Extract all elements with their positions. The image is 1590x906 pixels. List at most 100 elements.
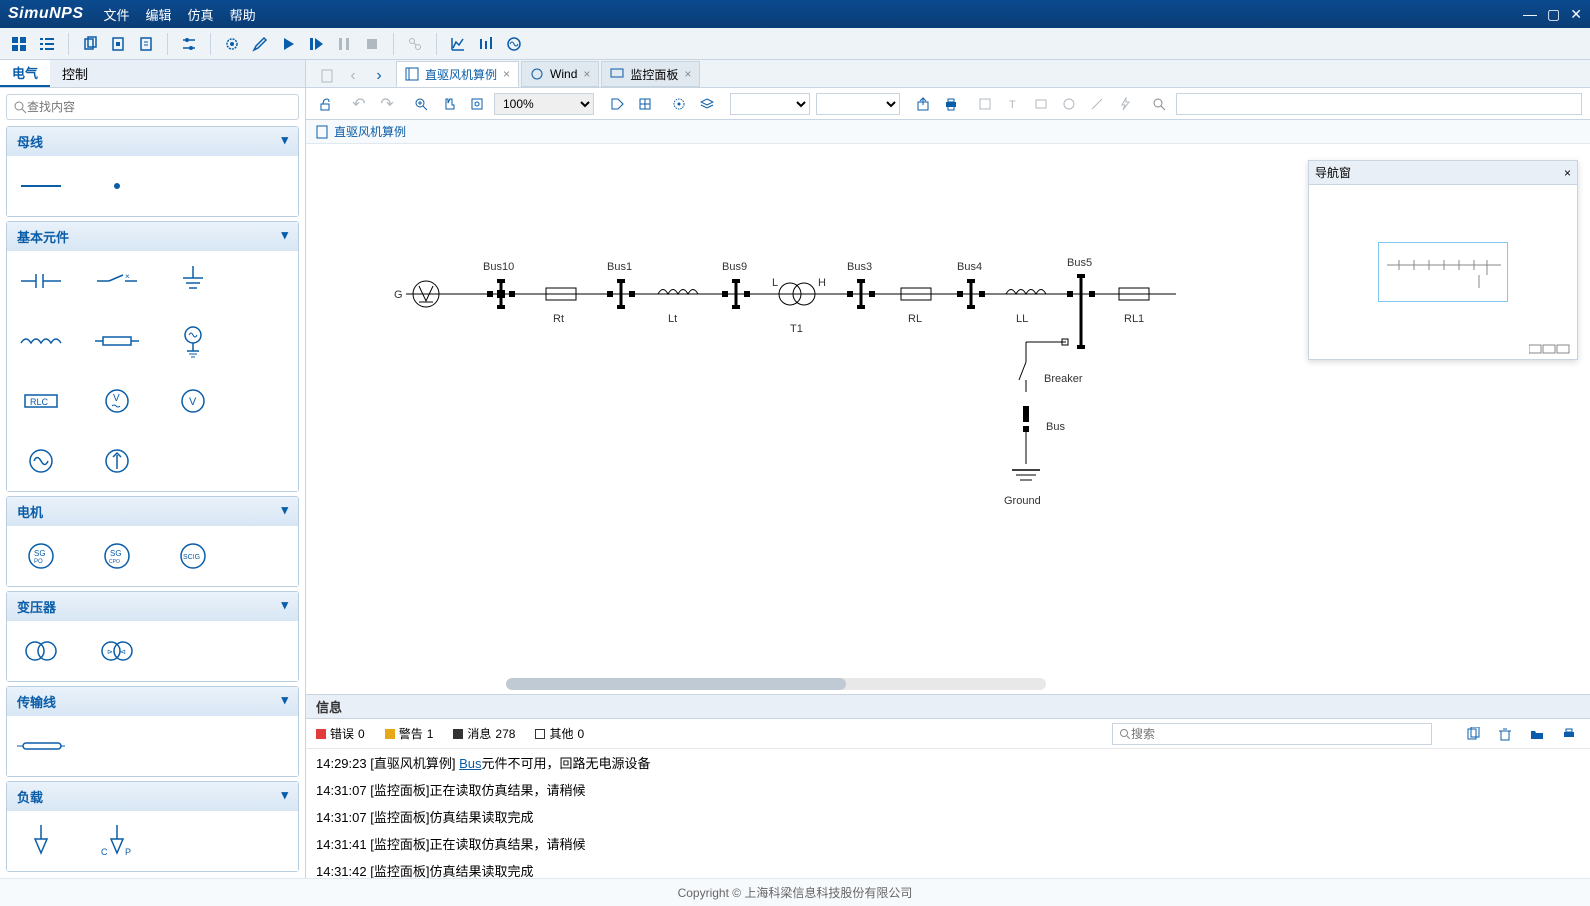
component-current-source[interactable] (93, 441, 141, 481)
menu-edit[interactable]: 编辑 (146, 5, 172, 24)
menu-file[interactable]: 文件 (104, 5, 130, 24)
component-tline[interactable] (17, 726, 65, 766)
component-switch[interactable]: × (93, 261, 141, 301)
chart-icon[interactable] (447, 33, 469, 55)
tab-case[interactable]: 直驱风机算例 × (396, 61, 519, 87)
forward-icon[interactable]: › (368, 65, 390, 87)
filter-msg[interactable]: 消息 278 (453, 725, 515, 742)
rect-icon (1030, 93, 1052, 115)
scope-icon[interactable] (503, 33, 525, 55)
paste-icon[interactable] (107, 33, 129, 55)
zoom-in-icon[interactable] (410, 93, 432, 115)
section-motor[interactable]: 电机▾ (7, 497, 298, 526)
section-transformer[interactable]: 变压器▾ (7, 592, 298, 621)
gear-icon[interactable] (221, 33, 243, 55)
print-icon[interactable] (940, 93, 962, 115)
search-input[interactable] (27, 100, 292, 114)
tab-wind[interactable]: Wind × (521, 61, 599, 87)
equalizer-icon[interactable] (475, 33, 497, 55)
copy-log-icon[interactable] (1462, 723, 1484, 745)
tab-control[interactable]: 控制 (50, 60, 100, 87)
align-icon[interactable] (634, 93, 656, 115)
lock-icon[interactable] (314, 93, 336, 115)
info-search-input[interactable] (1131, 727, 1425, 741)
canvas-hscroll[interactable] (506, 678, 1046, 690)
zoom-select[interactable]: 100% (494, 93, 594, 115)
nav-preview[interactable] (1309, 185, 1577, 359)
schematic-canvas[interactable]: G Bus10 Rt Bus1 Lt Bus9 LHT1 Bu (306, 144, 1590, 694)
canvas-search-icon[interactable] (1148, 93, 1170, 115)
component-voltmeter-ac[interactable]: V (93, 381, 141, 421)
component-search[interactable] (6, 94, 299, 120)
list-icon[interactable] (36, 33, 58, 55)
component-load-1[interactable] (17, 821, 65, 861)
component-capacitor[interactable] (17, 261, 65, 301)
open-log-icon[interactable] (1526, 723, 1548, 745)
component-load-cvp[interactable]: CP (93, 821, 141, 861)
tab-electrical[interactable]: 电气 (0, 60, 50, 87)
editor-area: ‹ › 直驱风机算例 × Wind × 监控面板 × ↶ (306, 60, 1590, 878)
step-icon[interactable] (305, 33, 327, 55)
combo-2[interactable] (816, 93, 900, 115)
export-icon[interactable] (912, 93, 934, 115)
copy-icon[interactable] (79, 33, 101, 55)
section-transmission[interactable]: 传输线▾ (7, 687, 298, 716)
fit-icon[interactable] (466, 93, 488, 115)
filter-warn[interactable]: 警告 1 (385, 725, 434, 742)
info-title: 信息 (306, 695, 1590, 719)
maximize-button[interactable]: ▢ (1547, 6, 1560, 23)
minimize-button[interactable]: — (1523, 6, 1537, 23)
window-controls: — ▢ ✕ (1523, 6, 1582, 23)
tag-icon[interactable] (606, 93, 628, 115)
layers-icon[interactable] (696, 93, 718, 115)
pan-icon[interactable] (438, 93, 460, 115)
close-tab-icon[interactable]: × (583, 67, 590, 81)
config-icon[interactable] (668, 93, 690, 115)
component-sg-cpo[interactable]: SGCPO (93, 536, 141, 576)
component-transformer-2[interactable]: ⊳⊲ (93, 631, 141, 671)
menu-sim[interactable]: 仿真 (188, 5, 214, 24)
component-voltmeter[interactable]: V (169, 381, 217, 421)
svg-text:RL1: RL1 (1124, 313, 1144, 325)
component-source-1[interactable] (169, 321, 217, 361)
image-icon (974, 93, 996, 115)
component-bus-node[interactable] (93, 166, 141, 206)
layout-grid-icon[interactable] (8, 33, 30, 55)
canvas-search-input[interactable] (1176, 93, 1582, 115)
edit-icon[interactable] (249, 33, 271, 55)
component-ground[interactable] (169, 261, 217, 301)
info-search[interactable] (1112, 723, 1432, 745)
breadcrumb-label[interactable]: 直驱风机算例 (334, 123, 406, 140)
component-bus-line[interactable] (17, 166, 65, 206)
settings-sliders-icon[interactable] (178, 33, 200, 55)
component-rlc[interactable]: RLC (17, 381, 65, 421)
menu-help[interactable]: 帮助 (230, 5, 256, 24)
filter-other[interactable]: 其他 0 (535, 725, 584, 742)
section-bus[interactable]: 母线▾ (7, 127, 298, 156)
component-scig[interactable]: SCIG (169, 536, 217, 576)
log-row: 14:31:07 [监控面板]仿真结果读取完成 (306, 803, 1590, 830)
log-link[interactable]: Bus (459, 756, 481, 771)
close-tab-icon[interactable]: × (684, 67, 691, 81)
section-basic[interactable]: 基本元件▾ (7, 222, 298, 251)
chevron-down-icon: ▾ (281, 692, 288, 711)
component-resistor[interactable] (93, 321, 141, 361)
clipboard-icon[interactable] (135, 33, 157, 55)
tab-monitor[interactable]: 监控面板 × (601, 61, 700, 87)
component-transformer-1[interactable] (17, 631, 65, 671)
component-inductor[interactable] (17, 321, 65, 361)
combo-1[interactable] (730, 93, 810, 115)
log-list[interactable]: 14:29:23 [直驱风机算例] Bus元件不可用，回路无电源设备 14:31… (306, 749, 1590, 878)
delete-log-icon[interactable] (1494, 723, 1516, 745)
close-icon[interactable]: × (1564, 166, 1571, 180)
chevron-down-icon: ▾ (281, 597, 288, 616)
text-icon: T (1002, 93, 1024, 115)
close-button[interactable]: ✕ (1570, 6, 1582, 23)
component-sine[interactable] (17, 441, 65, 481)
filter-error[interactable]: 错误 0 (316, 725, 365, 742)
print-log-icon[interactable] (1558, 723, 1580, 745)
section-load[interactable]: 负载▾ (7, 782, 298, 811)
component-sg-po[interactable]: SGPO (17, 536, 65, 576)
close-tab-icon[interactable]: × (503, 67, 510, 81)
play-icon[interactable] (277, 33, 299, 55)
